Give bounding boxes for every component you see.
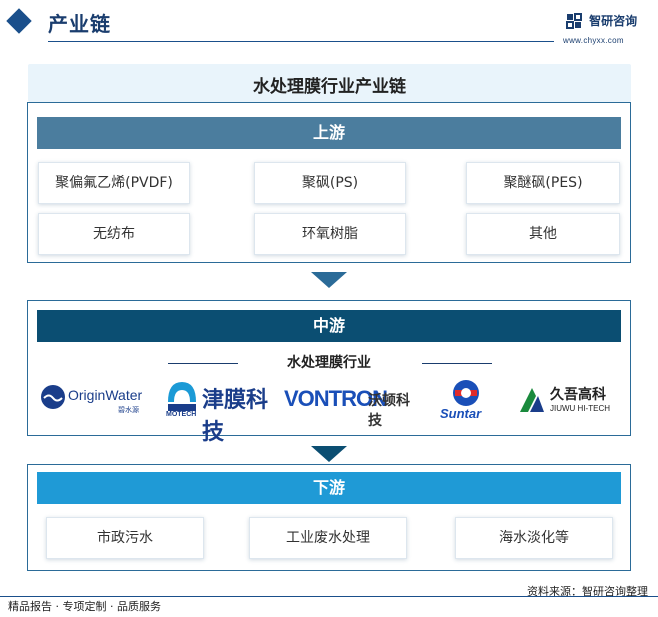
company-name: OriginWater (68, 387, 143, 403)
downstream-item: 工业废水处理 (249, 517, 407, 559)
down-arrow-icon (311, 446, 347, 462)
diagram-title: 水处理膜行业产业链 (253, 77, 406, 97)
midstream-label: 中游 (37, 310, 621, 342)
diamond-icon (6, 8, 32, 34)
company-logo-originwater: OriginWater 碧水源 (38, 374, 150, 422)
originwater-mark-icon (41, 385, 65, 409)
midstream-subtitle: 水处理膜行业 (287, 355, 371, 371)
company-name: Suntar (440, 406, 482, 421)
downstream-label: 下游 (37, 472, 621, 504)
company-logo-jiuwu: 久吾高科 JIUWU HI-TECH (514, 378, 620, 422)
brand-logo-icon (566, 12, 582, 29)
brand-url: www.chyxx.com (563, 36, 624, 45)
company-logo-motech: MOTECH 津膜科技 (162, 374, 274, 445)
downstream-item: 海水淡化等 (455, 517, 613, 559)
upstream-item: 聚砜(PS) (254, 162, 406, 204)
company-subname: 碧水源 (118, 406, 139, 414)
header-divider (48, 41, 554, 42)
upstream-item: 无纺布 (38, 213, 190, 255)
footer-divider (0, 596, 658, 597)
subtitle-line-right (422, 363, 492, 364)
page-title: 产业链 (48, 12, 111, 36)
upstream-item: 其他 (466, 213, 620, 255)
brand-name: 智研咨询 (589, 14, 638, 28)
jiuwu-mark-icon (520, 388, 544, 412)
upstream-label: 上游 (37, 117, 621, 149)
company-subname: MOTECH (166, 411, 197, 418)
down-arrow-icon (311, 272, 347, 288)
brand-block: 智研咨询 (566, 10, 637, 29)
footer-slogan: 精品报告 · 专项定制 · 品质服务 (8, 600, 161, 613)
upstream-item: 环氧树脂 (254, 213, 406, 255)
company-subname: 沃顿科技 (368, 393, 410, 429)
company-logo-vontron: VONTRON 沃顿科技 (280, 378, 416, 429)
company-name: 津膜科技 (202, 388, 269, 445)
upstream-item: 聚醚砜(PES) (466, 162, 620, 204)
upstream-item: 聚偏氟乙烯(PVDF) (38, 162, 190, 204)
downstream-item: 市政污水 (46, 517, 204, 559)
page-header: Development background 产业链 智研咨询 www.chyx… (0, 0, 658, 46)
company-name: 久吾高科 (550, 387, 606, 403)
company-subname: JIUWU HI-TECH (550, 404, 610, 413)
suntar-mark-icon (453, 380, 479, 406)
diagram-title-band: 水处理膜行业产业链 (28, 64, 631, 102)
company-logo-suntar: Suntar (430, 376, 502, 424)
